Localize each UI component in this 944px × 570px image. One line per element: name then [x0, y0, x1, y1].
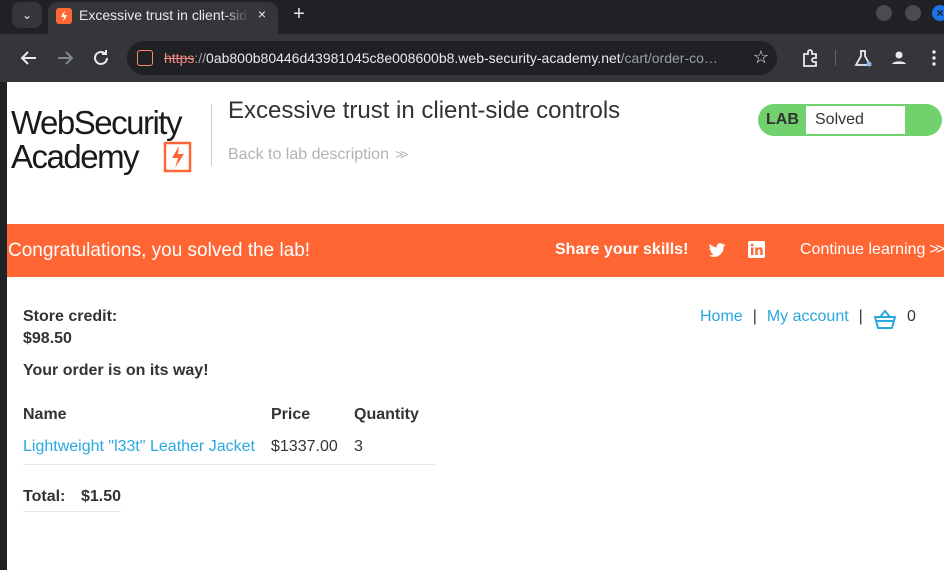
- my-account-link[interactable]: My account: [767, 308, 849, 325]
- nav-separator: |: [752, 308, 757, 325]
- url-text[interactable]: https://0ab800b80446d43981045c8e008600b8…: [164, 50, 744, 66]
- address-bar[interactable]: https://0ab800b80446d43981045c8e008600b8…: [127, 41, 777, 75]
- browser-tab[interactable]: Excessive trust in client-side controls …: [48, 2, 278, 34]
- bookmark-star-icon[interactable]: ☆: [753, 47, 769, 68]
- logo-line2: Academy: [11, 138, 140, 175]
- nav-separator: |: [858, 308, 863, 325]
- extensions-icon[interactable]: [798, 46, 822, 70]
- url-separator: ://: [194, 50, 207, 66]
- url-path: /cart/order-co…: [620, 50, 718, 66]
- twitter-icon[interactable]: [707, 240, 727, 260]
- double-chevron-right-icon: >>: [929, 241, 944, 258]
- tab-strip: ⌄ Excessive trust in client-side control…: [0, 0, 944, 34]
- order-confirmation-message: Your order is on its way!: [23, 362, 209, 379]
- lab-status-text: Solved: [806, 106, 905, 134]
- order-table: Name Price Quantity Lightweight "l33t" L…: [23, 398, 435, 465]
- column-header-quantity: Quantity: [354, 406, 419, 423]
- browser-toolbar: https://0ab800b80446d43981045c8e008600b8…: [0, 34, 944, 82]
- share-skills-label: Share your skills!: [555, 241, 689, 258]
- tab-search-button[interactable]: ⌄: [12, 2, 42, 28]
- tab-close-icon[interactable]: ×: [254, 6, 270, 22]
- lab-badge-label: LAB: [766, 111, 799, 128]
- web-security-academy-logo[interactable]: WebSecurity Academy: [9, 102, 209, 176]
- total-label: Total:: [23, 488, 66, 505]
- back-to-lab-description-link[interactable]: Back to lab description >>: [228, 146, 408, 164]
- column-header-name: Name: [23, 406, 67, 423]
- top-nav: Home | My account |: [700, 308, 873, 326]
- table-row: Lightweight "l33t" Leather Jacket $1337.…: [23, 432, 435, 465]
- linkedin-icon[interactable]: [748, 241, 765, 258]
- window-close-button[interactable]: ×: [932, 5, 944, 21]
- product-price-cell: $1337.00: [271, 432, 354, 465]
- url-scheme: https: [164, 50, 195, 66]
- tab-title: Excessive trust in client-side controls: [79, 7, 249, 23]
- header-divider: [211, 104, 212, 166]
- favicon-icon: [56, 8, 72, 24]
- table-header-row: Name Price Quantity: [23, 398, 435, 432]
- continue-learning-label: Continue learning: [800, 241, 926, 258]
- double-chevron-right-icon: >>: [394, 146, 408, 162]
- kebab-menu-icon[interactable]: [922, 46, 944, 70]
- reload-icon[interactable]: [89, 46, 113, 70]
- column-header-price: Price: [271, 406, 311, 423]
- back-link-label: Back to lab description: [228, 146, 389, 163]
- minimize-button[interactable]: [876, 5, 892, 21]
- product-quantity-cell: 3: [354, 432, 435, 465]
- labs-flask-icon[interactable]: [851, 46, 875, 70]
- order-total: Total: $1.50: [23, 478, 121, 512]
- cart-icon[interactable]: [873, 308, 897, 330]
- lab-title: Excessive trust in client-side controls: [228, 97, 621, 124]
- store-credit-value: $98.50: [23, 330, 72, 347]
- toolbar-divider: [835, 50, 836, 66]
- total-value: $1.50: [81, 488, 122, 505]
- continue-learning-link[interactable]: Continue learning >>: [800, 241, 944, 259]
- product-name-cell: Lightweight "l33t" Leather Jacket: [23, 432, 271, 465]
- forward-arrow-icon[interactable]: [53, 46, 77, 70]
- congratulations-message: Congratulations, you solved the lab!: [8, 240, 311, 261]
- profile-icon[interactable]: [887, 46, 911, 70]
- page-content: WebSecurity Academy Excessive trust in c…: [0, 82, 944, 570]
- cart-count: 0: [907, 308, 916, 325]
- site-info-icon[interactable]: [137, 50, 153, 66]
- product-link[interactable]: Lightweight "l33t" Leather Jacket: [23, 438, 255, 455]
- lab-status-badge: LAB Solved: [758, 104, 942, 136]
- new-tab-button[interactable]: +: [288, 4, 310, 26]
- store-credit-label: Store credit:: [23, 308, 118, 325]
- url-host: 0ab800b80446d43981045c8e008600b8.web-sec…: [206, 50, 621, 66]
- home-link[interactable]: Home: [700, 308, 743, 325]
- solved-banner: Congratulations, you solved the lab! Sha…: [7, 224, 944, 277]
- maximize-button[interactable]: [905, 5, 921, 21]
- chevron-down-icon: ⌄: [21, 8, 33, 22]
- back-arrow-icon[interactable]: [17, 46, 41, 70]
- logo-line1: WebSecurity: [11, 104, 183, 141]
